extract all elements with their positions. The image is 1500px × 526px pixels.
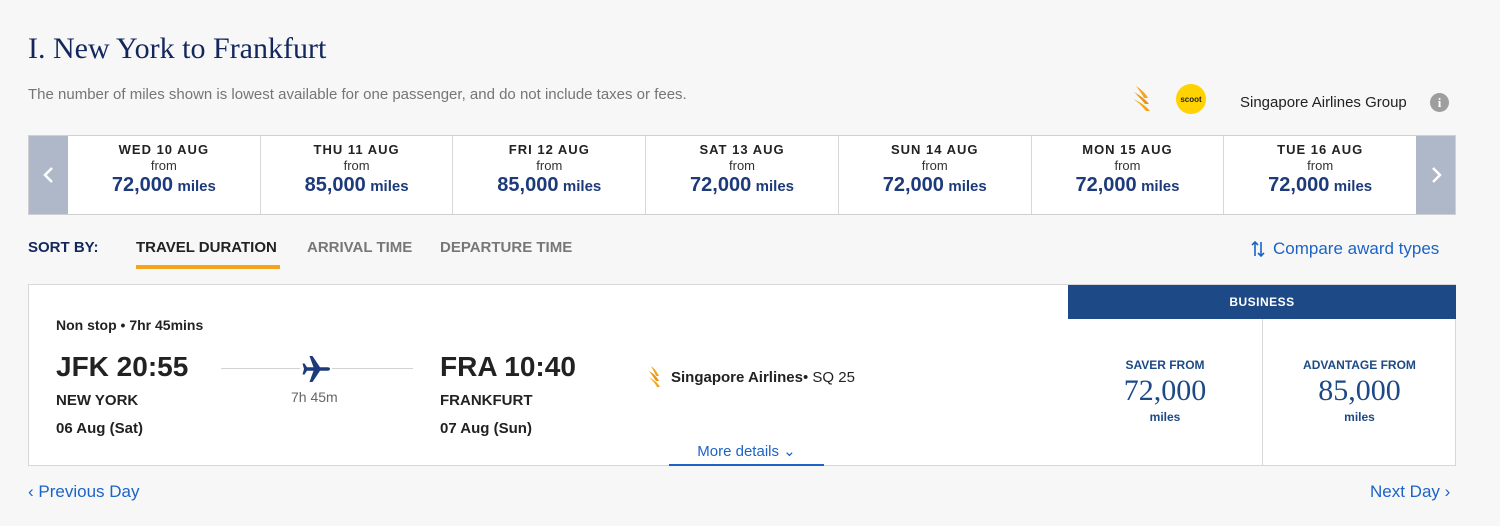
compare-award-types-link[interactable]: Compare award types	[1251, 239, 1439, 259]
airline-group-label: Singapore Airlines Group	[1240, 94, 1407, 111]
page-title: I. New York to Frankfurt	[28, 32, 327, 65]
compare-label: Compare award types	[1273, 239, 1440, 258]
departure-city: NEW YORK	[56, 392, 139, 409]
departure-time: JFK 20:55	[56, 351, 189, 382]
cabin-class-header: BUSINESS	[1068, 285, 1456, 319]
sort-by-label: SORT BY:	[28, 239, 99, 256]
from-label: from	[150, 158, 177, 173]
airline-name: Singapore Airlines	[671, 368, 803, 386]
next-dates-button[interactable]	[1416, 136, 1455, 214]
date-cells: WED 10 AUG from 72,000 miles THU 11 AUG …	[68, 136, 1416, 214]
sort-tab-departure-time[interactable]: DEPARTURE TIME	[440, 239, 572, 256]
from-label: from	[343, 158, 370, 173]
saver-label: SAVER FROM	[1125, 358, 1205, 372]
airline-logos: scoot	[1130, 84, 1206, 114]
miles-unit: miles	[1333, 178, 1373, 195]
miles-unit: miles	[948, 178, 987, 195]
flight-card: Non stop • 7hr 45mins JFK 20:55 NEW YORK…	[28, 284, 1456, 466]
date-cell[interactable]: THU 11 AUG from 85,000 miles	[259, 136, 453, 214]
date-miles: 72,000	[1075, 174, 1137, 196]
scoot-logo: scoot	[1176, 84, 1206, 114]
miles-unit: miles	[562, 178, 602, 195]
miles-unit: miles	[177, 178, 216, 195]
date-miles: 72,000	[1268, 174, 1330, 196]
advantage-miles: 85,000	[1318, 374, 1401, 407]
date-cell[interactable]: SAT 13 AUG from 72,000 miles	[645, 136, 838, 214]
singapore-airlines-icon	[649, 366, 660, 387]
from-label: from	[1307, 158, 1334, 173]
saver-unit: miles	[1149, 410, 1181, 424]
date-label: TUE 16 AUG	[1277, 142, 1364, 157]
date-cell[interactable]: SUN 14 AUG from 72,000 miles	[837, 136, 1031, 214]
singapore-airlines-logo-icon	[1133, 86, 1150, 111]
arrival-time: FRA 10:40	[440, 351, 576, 382]
active-tab-indicator	[136, 265, 280, 269]
date-price: 85,000 miles	[497, 174, 601, 197]
advantage-unit: miles	[1344, 410, 1375, 424]
airline-info: Singapore Airlines • SQ 25	[647, 365, 855, 389]
date-miles: 72,000	[882, 174, 944, 196]
flight-number: • SQ 25	[802, 368, 855, 386]
info-icon[interactable]: i	[1430, 93, 1449, 112]
date-price: 72,000 miles	[883, 174, 987, 197]
more-details-link[interactable]: More details ⌄	[669, 442, 824, 466]
date-label: SAT 13 AUG	[699, 142, 785, 157]
stops-duration: Non stop • 7hr 45mins	[56, 317, 204, 333]
miles-unit: miles	[1141, 178, 1180, 195]
arrival-date: 07 Aug (Sun)	[440, 420, 532, 437]
saver-miles: 72,000	[1123, 374, 1207, 407]
date-miles: 85,000	[304, 174, 366, 196]
miles-unit: miles	[370, 178, 409, 195]
date-cell[interactable]: FRI 12 AUG from 85,000 miles	[452, 136, 645, 214]
flight-duration: 7h 45m	[291, 389, 338, 405]
date-price: 72,000 miles	[112, 174, 216, 197]
date-label: MON 15 AUG	[1082, 142, 1173, 157]
date-cell[interactable]: TUE 16 AUG from 72,000 miles	[1223, 136, 1416, 214]
from-label: from	[921, 158, 948, 173]
advantage-label: ADVANTAGE FROM	[1303, 358, 1416, 372]
from-label: from	[729, 158, 756, 173]
date-cell[interactable]: WED 10 AUG from 72,000 miles	[68, 136, 260, 214]
date-price: 72,000 miles	[690, 174, 794, 197]
date-selector: WED 10 AUG from 72,000 miles THU 11 AUG …	[28, 135, 1456, 215]
date-label: WED 10 AUG	[118, 142, 210, 157]
advantage-price-option[interactable]: ADVANTAGE FROM 85,000 miles	[1262, 319, 1456, 466]
date-label: FRI 12 AUG	[508, 142, 590, 157]
chevron-right-icon	[1431, 167, 1442, 183]
saver-price-option[interactable]: SAVER FROM 72,000 miles	[1068, 319, 1262, 466]
sort-tab-travel-duration[interactable]: TRAVEL DURATION	[136, 239, 277, 256]
from-label: from	[536, 158, 563, 173]
date-cell[interactable]: MON 15 AUG from 72,000 miles	[1030, 136, 1224, 214]
chevron-left-icon	[42, 167, 53, 183]
date-label: THU 11 AUG	[313, 142, 400, 157]
arrival-city: FRANKFURT	[440, 392, 533, 409]
departure-date: 06 Aug (Sat)	[56, 420, 143, 437]
from-label: from	[1114, 158, 1141, 173]
date-price: 72,000 miles	[1075, 174, 1179, 197]
miles-unit: miles	[755, 178, 794, 195]
date-miles: 72,000	[690, 174, 752, 196]
next-day-link[interactable]: Next Day ›	[1370, 482, 1450, 502]
previous-day-link[interactable]: ‹ Previous Day	[28, 482, 139, 502]
miles-disclaimer: The number of miles shown is lowest avai…	[28, 86, 687, 103]
date-miles: 85,000	[497, 174, 559, 196]
prev-dates-button[interactable]	[29, 136, 68, 214]
date-miles: 72,000	[111, 174, 174, 196]
airplane-icon	[300, 353, 332, 385]
date-price: 85,000 miles	[305, 174, 409, 197]
sort-arrows-icon	[1251, 240, 1265, 258]
sort-tab-arrival-time[interactable]: ARRIVAL TIME	[307, 239, 412, 256]
date-label: SUN 14 AUG	[890, 142, 979, 157]
date-price: 72,000 miles	[1268, 174, 1372, 197]
